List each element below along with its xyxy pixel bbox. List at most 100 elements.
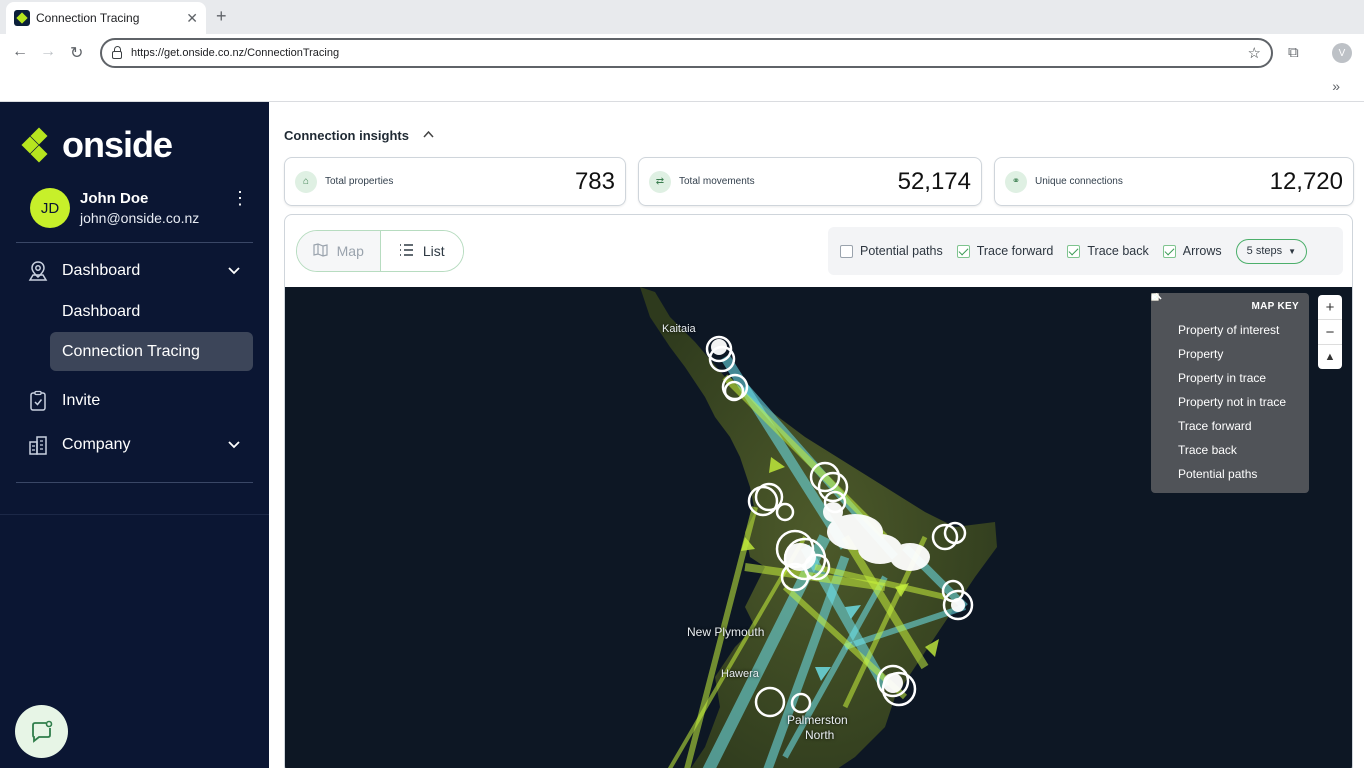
- place-label-hawera: Hawera: [721, 668, 759, 680]
- place-label-north: North: [805, 728, 835, 742]
- bookmark-star-icon[interactable]: ☆: [1248, 44, 1261, 62]
- checkbox-box[interactable]: [1067, 244, 1081, 258]
- zoom-out-button[interactable]: −: [1318, 320, 1342, 345]
- checkbox-label: Arrows: [1182, 244, 1222, 258]
- close-tab-icon[interactable]: ✕: [186, 10, 198, 27]
- bookmarks-bar: »: [0, 72, 1364, 102]
- sidebar: onside JD John Doe john@onside.co.nz ⋮ D…: [0, 102, 269, 768]
- stat-label: Unique connections: [1035, 176, 1123, 187]
- stat-card-unique-connections: ⚭ Unique connections 12,720: [994, 157, 1354, 206]
- tracing-panel: Map List Potential paths Trace forward T…: [284, 214, 1353, 768]
- map-key-panel: MAP KEY Property of interest Property Pr…: [1151, 293, 1309, 493]
- building-icon: [26, 433, 50, 457]
- view-toggle: Map List: [296, 230, 464, 272]
- swap-icon: ⇄: [649, 170, 671, 193]
- checkbox-box[interactable]: [1162, 244, 1176, 258]
- stat-card-total-movements: ⇄ Total movements 52,174: [638, 157, 982, 206]
- logo-text: onside: [62, 124, 173, 165]
- chat-support-button[interactable]: [15, 705, 68, 758]
- steps-dropdown[interactable]: 5 steps ▼: [1235, 238, 1308, 264]
- house-icon: ⌂: [295, 170, 317, 193]
- reload-icon[interactable]: ↻: [70, 43, 83, 63]
- logo-mark-icon: [21, 127, 54, 163]
- nav-item-company[interactable]: Company: [26, 433, 254, 457]
- checkbox-box[interactable]: [840, 244, 853, 258]
- key-item-potential-paths: Potential paths: [1152, 294, 1299, 486]
- checkbox-label: Trace forward: [976, 244, 1054, 258]
- chat-icon: [31, 720, 52, 743]
- dropdown-arrow-icon: ▼: [1288, 246, 1297, 256]
- checkbox-label: Potential paths: [860, 244, 943, 258]
- extensions-icon[interactable]: ⧉: [1288, 44, 1299, 61]
- chevron-up-icon[interactable]: [423, 130, 434, 141]
- key-item-property: Property: [1151, 293, 1299, 366]
- place-label-palmerston: Palmerston: [787, 713, 848, 727]
- key-label: Potential paths: [1178, 467, 1258, 481]
- url-text: https://get.onside.co.nz/ConnectionTraci…: [131, 47, 340, 59]
- key-label: Property: [1178, 347, 1224, 361]
- favicon-icon: [14, 10, 30, 26]
- key-label: Property of interest: [1178, 323, 1280, 337]
- list-view-button[interactable]: List: [379, 231, 463, 271]
- trace-back-checkbox[interactable]: Trace back: [1067, 244, 1149, 258]
- stat-value: 52,174: [897, 167, 971, 195]
- key-item-trace-forward: Trace forward: [1152, 294, 1299, 438]
- divider: [0, 514, 269, 515]
- compass-reset-button[interactable]: ▲: [1318, 345, 1342, 369]
- new-tab-button[interactable]: +: [216, 6, 227, 27]
- map-view-label: Map: [336, 243, 364, 259]
- stat-value: 12,720: [1269, 167, 1343, 195]
- map-key-header[interactable]: MAP KEY: [1151, 293, 1299, 312]
- sub-nav-label: Dashboard: [62, 302, 141, 320]
- nav-item-dashboard[interactable]: Dashboard: [26, 259, 254, 283]
- map-icon: [313, 242, 328, 260]
- browser-tab[interactable]: Connection Tracing ✕: [6, 2, 206, 34]
- key-label: Trace forward: [1178, 419, 1252, 433]
- key-label: Property in trace: [1178, 371, 1267, 385]
- stat-value: 783: [574, 167, 615, 195]
- sub-nav-connection-tracing[interactable]: Connection Tracing: [50, 332, 253, 371]
- trace-forward-checkbox[interactable]: Trace forward: [956, 244, 1054, 258]
- forward-icon[interactable]: →: [40, 43, 56, 61]
- key-item-trace-back: Trace back: [1152, 294, 1299, 462]
- sub-nav-label: Connection Tracing: [62, 342, 200, 360]
- stat-label: Total movements: [679, 176, 755, 187]
- key-item-property-in-trace: Property in trace: [1151, 293, 1299, 390]
- key-label: Property not in trace: [1178, 395, 1287, 409]
- user-name: John Doe: [80, 190, 149, 207]
- browser-toolbar: ← → ↻ https://get.onside.co.nz/Connectio…: [0, 34, 1364, 72]
- user-email: john@onside.co.nz: [80, 210, 200, 226]
- lock-icon: [112, 46, 122, 59]
- section-title: Connection insights: [284, 128, 409, 143]
- browser-tabbar: Connection Tracing ✕ +: [0, 0, 1364, 34]
- address-bar[interactable]: https://get.onside.co.nz/ConnectionTraci…: [100, 38, 1273, 68]
- potential-paths-checkbox[interactable]: Potential paths: [840, 244, 943, 258]
- zoom-controls: + − ▲: [1318, 295, 1342, 369]
- profile-avatar[interactable]: V: [1332, 43, 1352, 63]
- onside-logo[interactable]: onside: [21, 124, 173, 166]
- connection-insights-header[interactable]: Connection insights: [284, 128, 434, 143]
- user-menu-icon[interactable]: ⋮: [231, 188, 249, 209]
- list-view-label: List: [422, 243, 445, 259]
- map-pin-icon: [26, 259, 50, 283]
- checkbox-box[interactable]: [956, 244, 970, 258]
- place-label-new-plymouth: New Plymouth: [687, 625, 765, 639]
- list-icon: [399, 243, 414, 259]
- connections-icon: ⚭: [1005, 170, 1027, 193]
- user-profile: JD John Doe john@onside.co.nz ⋮: [30, 188, 255, 228]
- sub-nav-dashboard[interactable]: Dashboard: [50, 292, 253, 331]
- back-icon[interactable]: ←: [12, 43, 28, 61]
- nav-label-dashboard: Dashboard: [62, 262, 141, 279]
- key-item-property-not-in-trace: Property not in trace: [1151, 293, 1299, 414]
- tab-title: Connection Tracing: [36, 11, 140, 25]
- nav-label-company: Company: [62, 436, 131, 453]
- checkbox-label: Trace back: [1087, 244, 1149, 258]
- map-key-title: MAP KEY: [1251, 301, 1299, 312]
- map-view-button[interactable]: Map: [297, 231, 380, 271]
- nav-item-invite[interactable]: Invite: [26, 389, 254, 413]
- steps-value: 5 steps: [1246, 245, 1283, 257]
- trace-map[interactable]: Kaitaia New Plymouth Hawera Palmerston N…: [285, 287, 1352, 768]
- more-bookmarks-icon[interactable]: »: [1332, 78, 1340, 94]
- arrows-checkbox[interactable]: Arrows: [1162, 244, 1222, 258]
- zoom-in-button[interactable]: +: [1318, 295, 1342, 320]
